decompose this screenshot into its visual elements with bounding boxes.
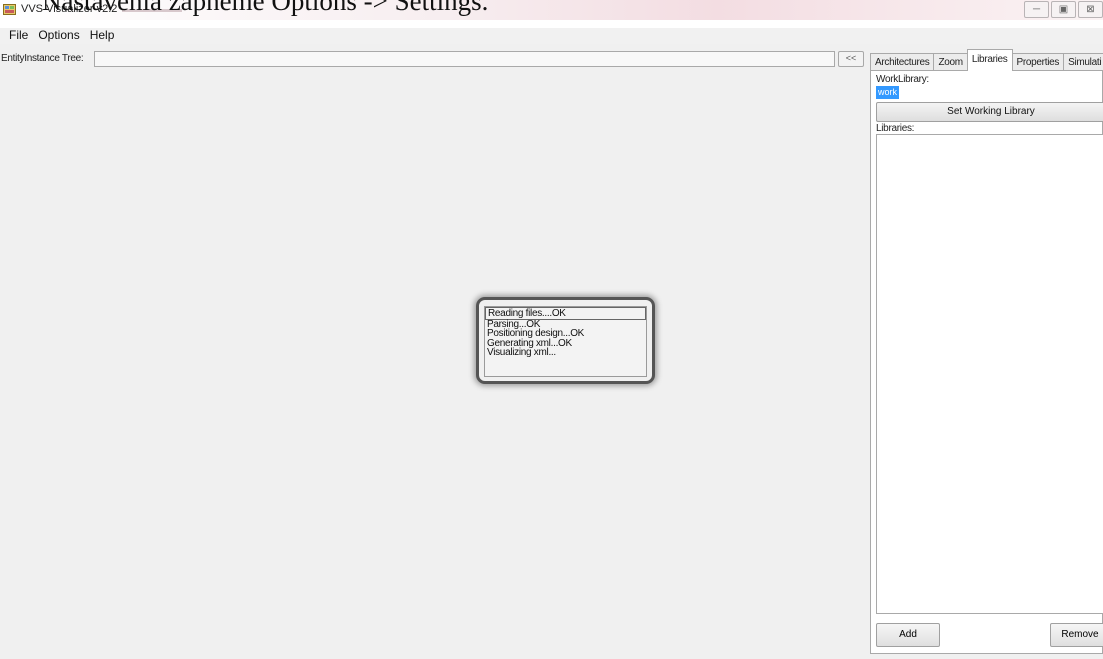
libraries-list[interactable]	[876, 134, 1103, 614]
window-controls: ─ ▣ ⊠	[1024, 1, 1103, 18]
add-library-button[interactable]: Add	[876, 623, 940, 647]
menu-bar: File Options Help	[0, 28, 1103, 44]
tab-zoom[interactable]: Zoom	[933, 53, 968, 71]
close-button[interactable]: ⊠	[1078, 1, 1103, 18]
log-line: Reading files....OK	[485, 307, 646, 320]
panel-tabs: Architectures Zoom Libraries Properties …	[870, 49, 1103, 71]
tab-properties[interactable]: Properties	[1011, 53, 1065, 71]
work-library-label: WorkLibrary:	[876, 74, 929, 85]
tab-architectures[interactable]: Architectures	[870, 53, 935, 71]
entity-tree-combo[interactable]	[94, 51, 835, 67]
visualization-canvas[interactable]	[8, 71, 868, 651]
menu-help[interactable]: Help	[90, 28, 115, 44]
document-caption: Nastavenia zapneme Options -> Settings.	[42, 0, 489, 16]
menu-file[interactable]: File	[9, 28, 28, 44]
remove-library-button[interactable]: Remove	[1050, 623, 1103, 647]
app-window-icon	[3, 3, 17, 16]
tab-libraries[interactable]: Libraries	[966, 49, 1013, 71]
work-library-value[interactable]: work	[876, 86, 900, 99]
right-panel: Architectures Zoom Libraries Properties …	[870, 49, 1103, 654]
libraries-label: Libraries:	[876, 123, 915, 134]
minimize-button[interactable]: ─	[1024, 1, 1049, 18]
progress-dialog: Reading files....OK Parsing...OK Positio…	[476, 297, 655, 384]
maximize-button[interactable]: ▣	[1051, 1, 1076, 18]
set-working-library-button[interactable]: Set Working Library	[876, 102, 1103, 122]
tab-simulation[interactable]: Simulati	[1063, 53, 1103, 71]
progress-log: Reading files....OK Parsing...OK Positio…	[484, 306, 647, 377]
collapse-panel-button[interactable]: <<	[838, 51, 864, 67]
entity-tree-label: EntityInstance Tree:	[1, 53, 84, 64]
libraries-tab-body: WorkLibrary: work Set Working Library Li…	[870, 70, 1103, 654]
log-line: Visualizing xml...	[487, 347, 556, 358]
menu-options[interactable]: Options	[38, 28, 79, 44]
